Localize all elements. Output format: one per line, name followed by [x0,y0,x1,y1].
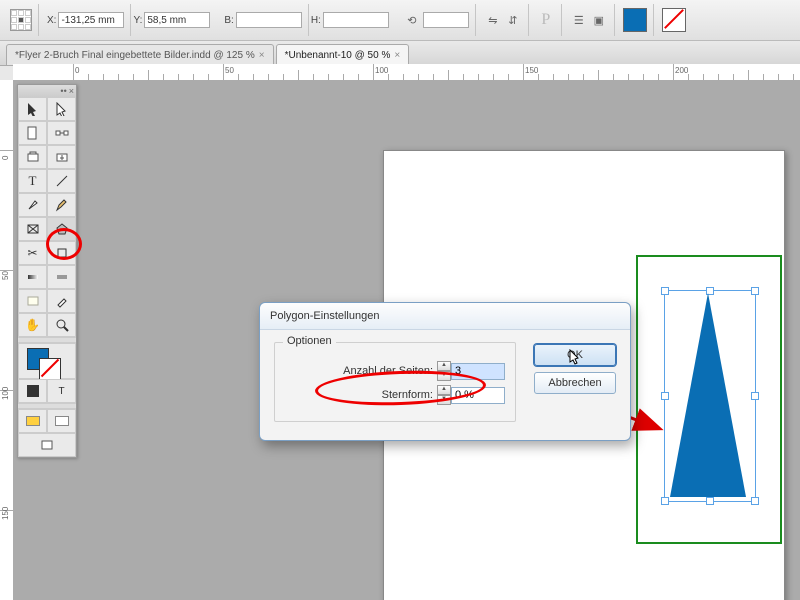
tab-label: *Unbenannt-10 @ 50 % [285,50,391,61]
tool-page[interactable] [18,121,47,145]
cancel-button[interactable]: Abbrechen [534,372,616,394]
tool-hand[interactable]: ✋ [18,313,47,337]
tool-direct-selection[interactable] [47,97,76,121]
polygon-settings-dialog: Polygon-Einstellungen Optionen Anzahl de… [259,302,631,441]
tool-zoom[interactable] [47,313,76,337]
spin-down-icon[interactable]: ▼ [437,371,451,381]
view-mode[interactable] [18,433,76,457]
story-icon[interactable]: ☰ [570,11,588,29]
ruler-horizontal[interactable]: 050100150200 [13,64,800,81]
handle-sw[interactable] [661,497,669,505]
control-panel: X: -131,25 mm Y: 58,5 mm B: H: ⟲ ⇋⇵ P ☰ … [0,0,800,41]
handle-ne[interactable] [751,287,759,295]
tool-content-collector[interactable] [18,145,47,169]
tool-eyedropper[interactable] [47,289,76,313]
star-spinner[interactable]: ▲▼ [437,385,505,405]
w-field[interactable] [236,12,302,28]
sides-spinner[interactable]: ▲▼ [437,361,505,381]
handle-s[interactable] [706,497,714,505]
ok-button[interactable]: OK [534,344,616,366]
close-icon[interactable]: × [394,50,400,61]
close-icon[interactable]: × [259,50,265,61]
p-icon[interactable]: P [537,11,555,29]
annotation-result-box [636,255,782,544]
flip-v-icon[interactable]: ⇵ [504,11,522,29]
tool-gradient-feather[interactable] [47,265,76,289]
options-legend: Optionen [283,335,336,347]
y-field[interactable]: 58,5 mm [144,12,210,28]
tool-polygon[interactable] [47,217,76,241]
sides-label: Anzahl der Seiten: [343,365,433,377]
tool-rectangle-frame[interactable] [18,217,47,241]
wrap-icon[interactable]: ▣ [590,11,608,29]
w-label: B: [224,15,233,26]
canvas[interactable]: ••× T ✂ ✋ [13,80,800,600]
dialog-title[interactable]: Polygon-Einstellungen [260,303,630,330]
ruler-vertical[interactable]: 050100150200 [0,80,14,600]
tab-label: *Flyer 2-Bruch Final eingebettete Bilder… [15,50,255,61]
tool-note[interactable] [18,289,47,313]
tool-pen[interactable] [18,193,47,217]
x-field[interactable]: -131,25 mm [58,12,124,28]
spin-up-icon[interactable]: ▲ [437,361,451,371]
tool-line[interactable] [47,169,76,193]
options-group: Optionen Anzahl der Seiten: ▲▼ Sternform… [274,342,516,422]
rotate-field[interactable] [423,12,469,28]
tool-pencil[interactable] [47,193,76,217]
tab-flyer[interactable]: *Flyer 2-Bruch Final eingebettete Bilder… [6,44,274,65]
formatting-container[interactable] [18,409,47,433]
x-label: X: [47,15,56,26]
apply-text[interactable]: T [47,379,76,403]
toolbox: ••× T ✂ ✋ [17,84,77,458]
tool-gradient-swatch[interactable] [18,265,47,289]
polygon-shape[interactable] [668,293,748,497]
spin-down-icon[interactable]: ▼ [437,395,451,405]
tool-free-transform[interactable] [47,241,76,265]
flip-h-icon[interactable]: ⇋ [484,11,502,29]
fill-swatch[interactable] [623,8,647,32]
formatting-text[interactable] [47,409,76,433]
star-label: Sternform: [382,389,433,401]
rotate-icon[interactable]: ⟲ [403,11,421,29]
stroke-swatch[interactable] [662,8,686,32]
spin-up-icon[interactable]: ▲ [437,385,451,395]
sides-input[interactable] [451,363,505,380]
tool-scissors[interactable]: ✂ [18,241,47,265]
tool-selection[interactable] [18,97,47,121]
tab-unbenannt[interactable]: *Unbenannt-10 @ 50 %× [276,44,410,65]
reference-point-grid[interactable] [10,9,32,31]
tool-gap[interactable] [47,121,76,145]
fill-stroke-proxy[interactable] [18,343,76,379]
y-label: Y: [133,15,142,26]
document-tabbar: *Flyer 2-Bruch Final eingebettete Bilder… [0,41,800,66]
cancel-label: Abbrechen [548,377,601,389]
h-label: H: [311,15,321,26]
handle-e[interactable] [751,392,759,400]
handle-se[interactable] [751,497,759,505]
cursor-icon [569,349,581,365]
tool-type[interactable]: T [18,169,47,193]
tool-content-placer[interactable] [47,145,76,169]
toolbox-header[interactable]: ••× [18,85,76,97]
star-input[interactable] [451,387,505,404]
h-field[interactable] [323,12,389,28]
apply-color[interactable] [18,379,47,403]
